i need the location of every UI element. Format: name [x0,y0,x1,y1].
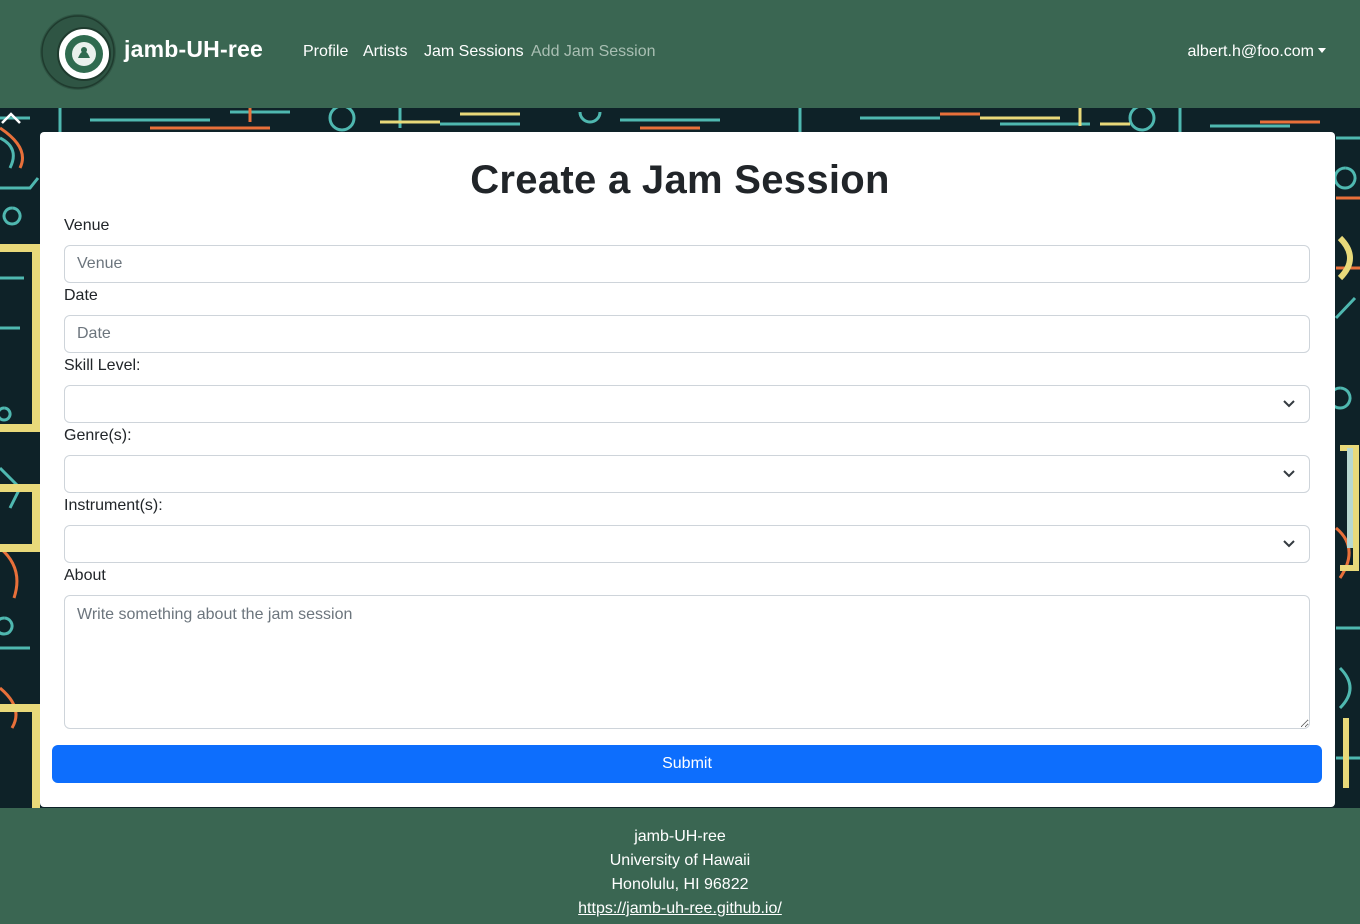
venue-input[interactable] [64,245,1310,283]
footer-address: Honolulu, HI 96822 [611,876,749,893]
nav-add-jam-session[interactable]: Add Jam Session [531,43,656,61]
submit-button[interactable]: Submit [52,745,1322,783]
instruments-select[interactable] [64,525,1310,563]
skill-level-select[interactable] [64,385,1310,423]
chevron-down-icon [1283,400,1295,408]
university-seal-logo[interactable] [40,14,116,90]
venue-label: Venue [64,217,110,234]
caret-down-icon [1318,48,1326,53]
user-email: albert.h@foo.com [1187,43,1314,60]
nav-artists[interactable]: Artists [363,43,407,61]
chevron-up-icon[interactable] [0,108,22,130]
chevron-down-icon [1283,470,1295,478]
genres-label: Genre(s): [64,427,132,444]
chevron-down-icon [1283,540,1295,548]
nav-jam-sessions[interactable]: Jam Sessions [424,43,524,61]
date-label: Date [64,287,98,304]
about-textarea[interactable] [64,595,1310,729]
genres-select[interactable] [64,455,1310,493]
footer-university: University of Hawaii [609,852,751,869]
navbar: jamb-UH-ree Profile Artists Jam Sessions… [0,0,1360,108]
about-label: About [64,567,106,584]
page-title: Create a Jam Session [470,158,890,202]
nav-profile[interactable]: Profile [303,43,348,61]
footer: jamb-UH-ree University of Hawaii Honolul… [0,808,1360,924]
user-dropdown[interactable]: albert.h@foo.com [1187,43,1326,61]
brand-title[interactable]: jamb-UH-ree [124,36,263,63]
skill-level-label: Skill Level: [64,357,141,374]
instruments-label: Instrument(s): [64,497,163,514]
footer-app-name: jamb-UH-ree [634,828,726,845]
footer-website-link[interactable]: https://jamb-uh-ree.github.io/ [578,900,782,917]
date-input[interactable] [64,315,1310,353]
